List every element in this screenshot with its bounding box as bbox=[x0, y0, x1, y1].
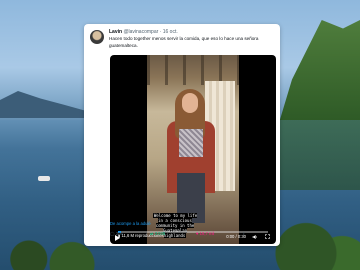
like-count: 18,7 mil bbox=[199, 231, 215, 236]
translate-link[interactable]: De acompe a la adulé bbox=[110, 221, 151, 226]
reply-count: 266 bbox=[115, 231, 123, 236]
background-boat bbox=[38, 176, 50, 181]
retweet-count: 3.046 bbox=[154, 231, 166, 236]
handle-and-time[interactable]: @lavinacompar · 16 oct. bbox=[123, 29, 177, 35]
reply-action[interactable]: ◯ 266 bbox=[110, 231, 123, 236]
share-action[interactable]: ⇪ bbox=[242, 231, 246, 236]
tweet-header: Lavin @lavinacompar · 16 oct. bbox=[109, 29, 178, 36]
tweet-text: Hacen todo together menos servir la comi… bbox=[109, 36, 259, 48]
video-player[interactable]: Welcome to my life in a conscious commun… bbox=[110, 55, 276, 244]
tweet-card[interactable]: Lavin @lavinacompar · 16 oct. Hacen todo… bbox=[84, 24, 280, 246]
avatar[interactable] bbox=[90, 30, 104, 44]
share-icon: ⇪ bbox=[242, 231, 246, 236]
like-action[interactable]: ♥ 18,7 mil bbox=[196, 231, 214, 236]
retweet-action[interactable]: ⇄ 3.046 bbox=[150, 231, 165, 236]
person-face bbox=[182, 93, 198, 113]
display-name[interactable]: Lavin bbox=[109, 29, 122, 35]
person-top bbox=[179, 129, 203, 157]
action-bar: ◯ 266 ⇄ 3.046 ♥ 18,7 mil ⇪ bbox=[110, 231, 276, 239]
background-mountain bbox=[0, 91, 90, 118]
